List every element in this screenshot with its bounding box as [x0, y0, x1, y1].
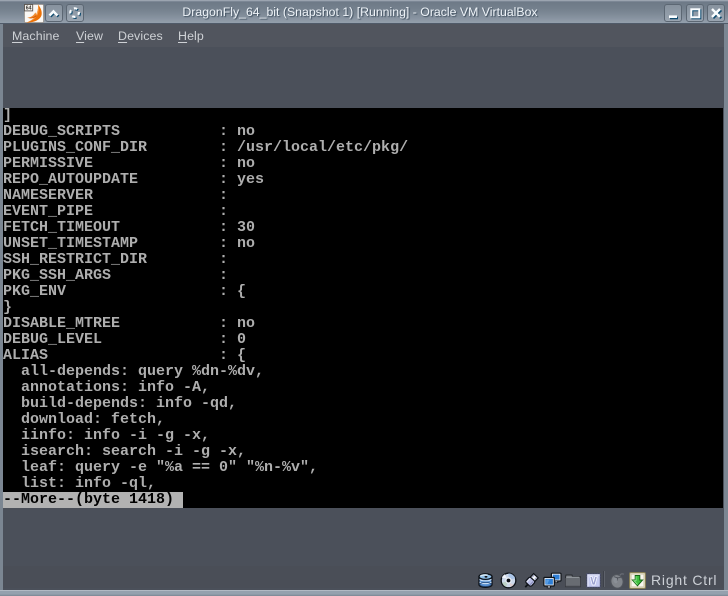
svg-text:64: 64	[26, 6, 32, 12]
